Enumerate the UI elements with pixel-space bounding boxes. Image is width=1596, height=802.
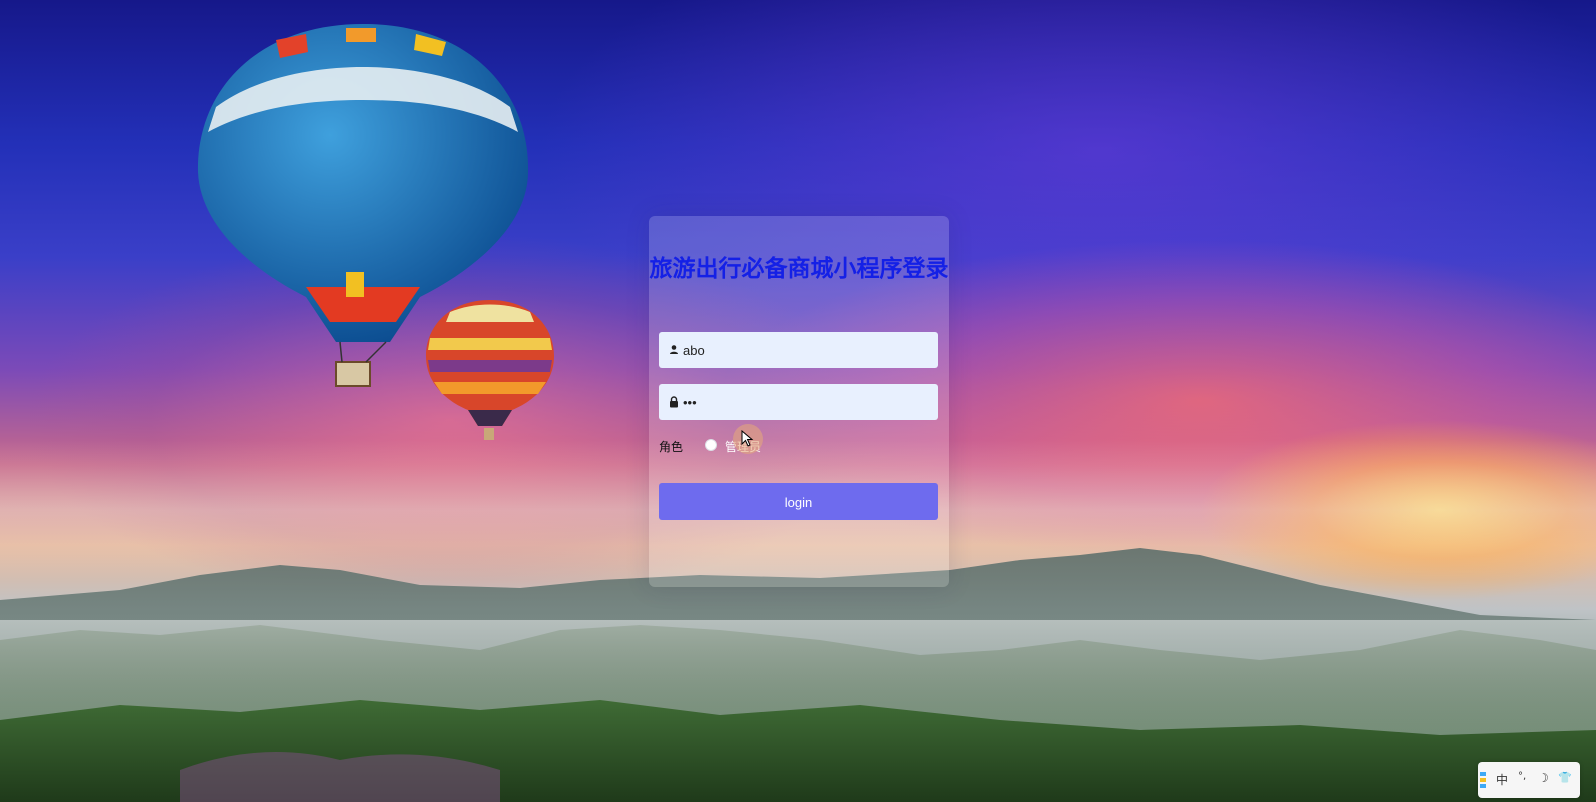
ime-moon-icon[interactable]: ☽ <box>1538 771 1549 785</box>
role-row: 角色 管理员 <box>659 424 938 458</box>
user-icon <box>670 345 678 354</box>
login-title: 旅游出行必备商城小程序登录 <box>649 256 949 282</box>
ime-skin-icon[interactable]: 👕 <box>1558 771 1572 784</box>
role-radio-admin[interactable] <box>705 439 717 451</box>
password-input[interactable] <box>683 384 929 420</box>
login-button[interactable]: login <box>659 483 938 520</box>
login-panel: 旅游出行必备商城小程序登录 角色 管理员 login <box>649 216 949 587</box>
ime-toolbar[interactable]: 中 °, ☽ 👕 <box>1478 762 1580 798</box>
small-balloon-image <box>426 300 554 440</box>
ime-logo-icon <box>1480 772 1486 788</box>
username-input[interactable] <box>683 332 929 368</box>
username-field[interactable] <box>659 332 938 368</box>
password-field[interactable] <box>659 384 938 420</box>
mouse-cursor-icon <box>741 430 754 447</box>
lock-icon <box>670 396 678 408</box>
ime-language-toggle[interactable]: 中 <box>1496 771 1508 788</box>
ime-punctuation-icon[interactable]: °, <box>1518 771 1526 782</box>
role-label: 角色 <box>659 440 684 454</box>
